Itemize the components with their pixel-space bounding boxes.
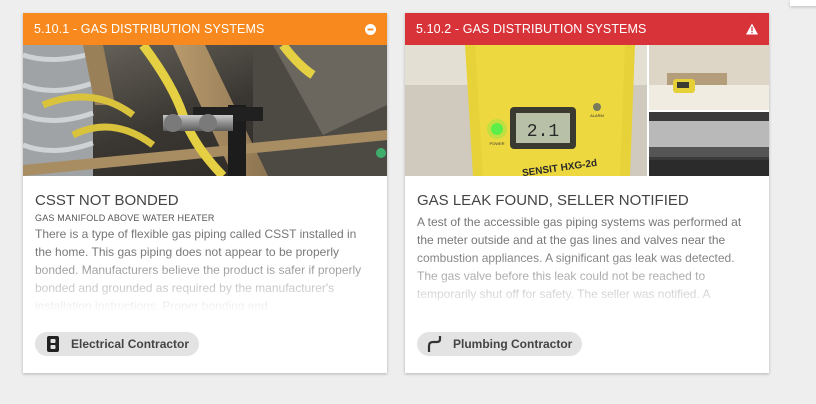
card-section-title: 5.10.1 - GAS DISTRIBUTION SYSTEMS [34, 22, 265, 36]
defect-title: GAS LEAK FOUND, SELLER NOTIFIED [417, 192, 689, 209]
detector-alarm-label: ALARM [590, 113, 604, 118]
minus-circle-icon[interactable] [364, 23, 376, 35]
defect-card[interactable]: 5.10.2 - GAS DISTRIBUTION SYSTEMS 2.1 PO… [405, 13, 769, 373]
detector-power-label: POWER [489, 141, 504, 146]
detector-reading: 2.1 [527, 122, 559, 142]
card-body: GAS LEAK FOUND, SELLER NOTIFIED A test o… [405, 176, 769, 312]
defect-card[interactable]: 5.10.1 - GAS DISTRIBUTION SYSTEMS CSST N… [23, 13, 387, 373]
defect-photo[interactable] [23, 45, 387, 176]
card-header: 5.10.2 - GAS DISTRIBUTION SYSTEMS [405, 13, 769, 45]
card-section-title: 5.10.2 - GAS DISTRIBUTION SYSTEMS [416, 22, 647, 36]
defect-photo-gallery[interactable]: 2.1 POWER ALARM SENSIT HXG-2d [405, 45, 769, 176]
electrical-panel-icon [43, 335, 63, 353]
warning-triangle-icon [746, 23, 758, 35]
defect-description: A test of the accessible gas piping syst… [417, 215, 742, 301]
contractor-label: Electrical Contractor [71, 337, 190, 351]
card-header: 5.10.1 - GAS DISTRIBUTION SYSTEMS [23, 13, 387, 45]
contractor-label: Plumbing Contractor [453, 337, 573, 351]
defect-description: There is a type of flexible gas piping c… [35, 227, 362, 312]
pipe-icon [425, 335, 445, 353]
contractor-chip[interactable]: Electrical Contractor [35, 332, 200, 356]
defect-location: GAS MANIFOLD ABOVE WATER HEATER [35, 213, 215, 223]
adjacent-card-edge [790, 0, 816, 6]
defect-title: CSST NOT BONDED [35, 192, 179, 209]
contractor-chip[interactable]: Plumbing Contractor [417, 332, 583, 356]
card-body: CSST NOT BONDED GAS MANIFOLD ABOVE WATER… [23, 176, 387, 312]
